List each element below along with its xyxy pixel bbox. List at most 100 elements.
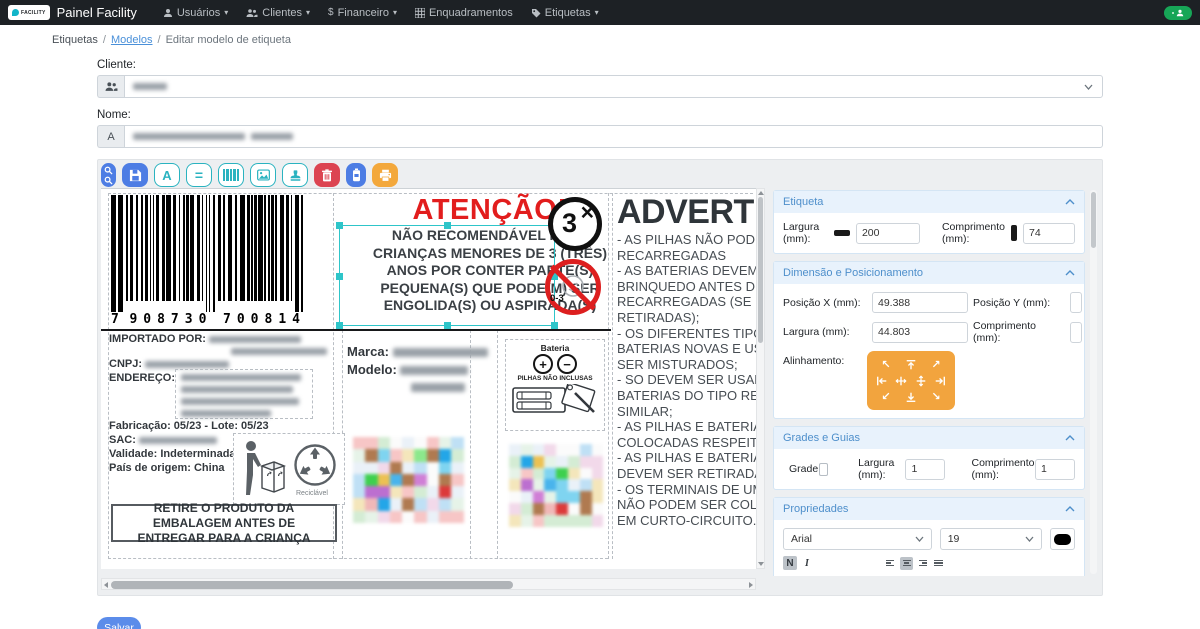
font-size-select[interactable]: 19 xyxy=(940,528,1042,550)
account-button[interactable] xyxy=(1164,6,1192,20)
nav-item-clientes[interactable]: Clientes▾ xyxy=(246,7,310,19)
align-bottom-right-button[interactable]: ↘ xyxy=(926,389,947,404)
scroll-down-arrow[interactable] xyxy=(758,562,764,566)
grade-checkbox[interactable] xyxy=(819,463,828,476)
modelo-row-2[interactable] xyxy=(411,379,465,394)
section-grades-header[interactable]: Grades e Guias xyxy=(774,427,1084,449)
section-dimensao-header[interactable]: Dimensão e Posicionamento xyxy=(774,262,1084,284)
bold-button[interactable]: N xyxy=(783,556,797,570)
bateria-card-object[interactable]: Bateria +− PILHAS NÃO INCLUSAS xyxy=(505,339,605,431)
image-pixel xyxy=(533,444,545,456)
nav-item-usuarios[interactable]: Usuários▾ xyxy=(163,7,228,19)
advertencia-text-object[interactable]: ADVERTÊNCIA - AS PILHAS NÃO PODEM SERREC… xyxy=(617,193,756,555)
font-color-picker[interactable] xyxy=(1050,528,1075,550)
line-tool-button[interactable]: = xyxy=(186,163,212,187)
pos-x-input[interactable] xyxy=(872,292,968,313)
text-line: BATERIAS NOVAS E USADAS xyxy=(617,341,756,357)
product-image-1[interactable] xyxy=(353,437,464,523)
origem-row[interactable]: País de origem: China xyxy=(109,462,225,474)
scroll-left-arrow[interactable] xyxy=(104,582,108,588)
validade-row[interactable]: Validade: Indeterminada xyxy=(109,448,236,460)
panel-scroll-thumb[interactable] xyxy=(1091,192,1096,248)
save-template-button[interactable] xyxy=(122,163,148,187)
text-line: BATERIAS DO TIPO RECOME xyxy=(617,388,756,404)
align-left-button[interactable] xyxy=(874,373,890,388)
image-pixel xyxy=(378,462,390,474)
scroll-up-arrow[interactable] xyxy=(758,191,764,195)
align-center-h-button[interactable] xyxy=(894,373,910,388)
align-bottom-left-button[interactable]: ↙ xyxy=(876,389,897,404)
align-top-left-button[interactable]: ↖ xyxy=(876,357,897,372)
battery-tool-button[interactable] xyxy=(346,163,366,187)
image-pixel xyxy=(402,511,414,523)
barcode-tool-button[interactable] xyxy=(218,163,244,187)
cliente-value[interactable] xyxy=(124,75,1103,98)
selection-handle[interactable] xyxy=(336,322,343,329)
nav-item-financeiro[interactable]: $ Financeiro▾ xyxy=(328,7,397,19)
modelo-row[interactable]: Modelo: xyxy=(347,362,468,377)
breadcrumb-modelos-link[interactable]: Modelos xyxy=(111,34,153,46)
font-family-select[interactable]: Arial xyxy=(783,528,932,550)
align-text-center-button[interactable] xyxy=(900,557,913,570)
image-pixel xyxy=(439,449,451,461)
zoom-tools-button[interactable] xyxy=(101,163,116,187)
align-text-right-button[interactable] xyxy=(916,557,929,570)
selection-handle[interactable] xyxy=(444,322,451,329)
cliente-label: Cliente: xyxy=(97,59,1103,71)
section-etiqueta-header[interactable]: Etiqueta xyxy=(774,191,1084,213)
nav-item-etiquetas[interactable]: Etiquetas▾ xyxy=(531,7,599,19)
image-pixel xyxy=(556,479,568,491)
print-button[interactable] xyxy=(372,163,398,187)
align-center-v-button[interactable] xyxy=(913,373,929,388)
dim-comprimento-input[interactable] xyxy=(1070,322,1082,343)
grades-largura-input[interactable] xyxy=(905,459,945,480)
image-tool-button[interactable] xyxy=(250,163,276,187)
product-image-2[interactable] xyxy=(509,444,603,527)
fabricacao-row[interactable]: Fabricação: 05/23 - Lote: 05/23 xyxy=(109,420,269,432)
align-text-left-button[interactable] xyxy=(884,557,897,570)
nome-input-group[interactable]: A xyxy=(97,125,1103,148)
divider-line[interactable] xyxy=(101,329,611,331)
align-top-right-button[interactable]: ↗ xyxy=(926,357,947,372)
cliente-select[interactable] xyxy=(97,75,1103,98)
grades-comprimento-input[interactable] xyxy=(1035,459,1075,480)
stamp-tool-button[interactable] xyxy=(282,163,308,187)
image-pixel xyxy=(521,456,533,468)
horizontal-scroll-thumb[interactable] xyxy=(111,581,513,589)
age-0-3-symbol[interactable]: 0-3 xyxy=(545,259,601,315)
scroll-right-arrow[interactable] xyxy=(749,582,753,588)
marca-row[interactable]: Marca: xyxy=(347,344,488,359)
align-text-justify-button[interactable] xyxy=(932,557,945,570)
image-pixel xyxy=(439,498,451,510)
importador-row-2[interactable] xyxy=(231,345,327,357)
align-right-button[interactable] xyxy=(933,373,949,388)
pos-y-input[interactable] xyxy=(1070,292,1082,313)
etiqueta-comprimento-input[interactable] xyxy=(1023,223,1075,244)
nav-item-enquadramentos[interactable]: Enquadramentos xyxy=(415,7,513,19)
vertical-scroll-thumb[interactable] xyxy=(758,197,763,343)
image-pixel xyxy=(451,462,463,474)
importador-row[interactable]: IMPORTADO POR: xyxy=(109,333,301,345)
color-swatch xyxy=(1054,534,1071,545)
section-propriedades-header[interactable]: Propriedades xyxy=(774,498,1084,520)
etiqueta-largura-input[interactable] xyxy=(856,223,920,244)
sac-row[interactable]: SAC: xyxy=(109,434,217,446)
panel-scrollbar[interactable] xyxy=(1090,190,1097,574)
selection-handle[interactable] xyxy=(551,322,558,329)
barcode-object[interactable]: 7908730700814 xyxy=(111,195,306,327)
age-3x-symbol[interactable]: 3 × xyxy=(548,197,602,251)
text-tool-button[interactable]: A xyxy=(154,163,180,187)
align-top-button[interactable] xyxy=(901,357,922,372)
design-canvas[interactable]: 7908730700814 ATENÇÃO! NÃO RECOMENDÁVEL … xyxy=(101,188,756,569)
nome-value[interactable] xyxy=(124,125,1103,148)
endereco-row[interactable]: ENDEREÇO: xyxy=(109,372,175,384)
recycle-icons-object[interactable]: Reciclável xyxy=(233,433,345,505)
salvar-button[interactable]: Salvar xyxy=(97,617,141,629)
canvas-vertical-scrollbar[interactable] xyxy=(756,188,765,569)
delete-element-button[interactable] xyxy=(314,163,340,187)
italic-button[interactable]: I xyxy=(800,556,814,570)
retire-box-object[interactable]: RETIRE O PRODUTO DA EMBALAGEM ANTES DE E… xyxy=(111,504,337,542)
align-bottom-button[interactable] xyxy=(901,389,922,404)
dim-largura-input[interactable] xyxy=(872,322,968,343)
canvas-horizontal-scrollbar[interactable] xyxy=(101,578,756,590)
